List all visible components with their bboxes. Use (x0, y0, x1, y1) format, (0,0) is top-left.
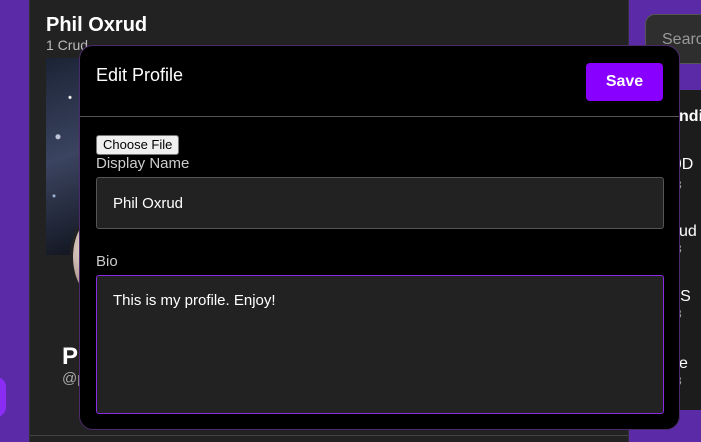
bio-field[interactable]: This is my profile. Enjoy! (96, 275, 664, 414)
save-button[interactable]: Save (586, 63, 663, 101)
modal-header: Edit Profile Save (80, 46, 679, 117)
choose-file-button[interactable]: Choose File (96, 135, 180, 155)
edit-profile-modal: Edit Profile Save Choose File Display Na… (79, 45, 680, 430)
display-name-field[interactable] (96, 177, 664, 229)
bio-label: Bio (96, 253, 118, 270)
modal-title: Edit Profile (96, 65, 184, 85)
display-name-label: Display Name (96, 155, 190, 172)
